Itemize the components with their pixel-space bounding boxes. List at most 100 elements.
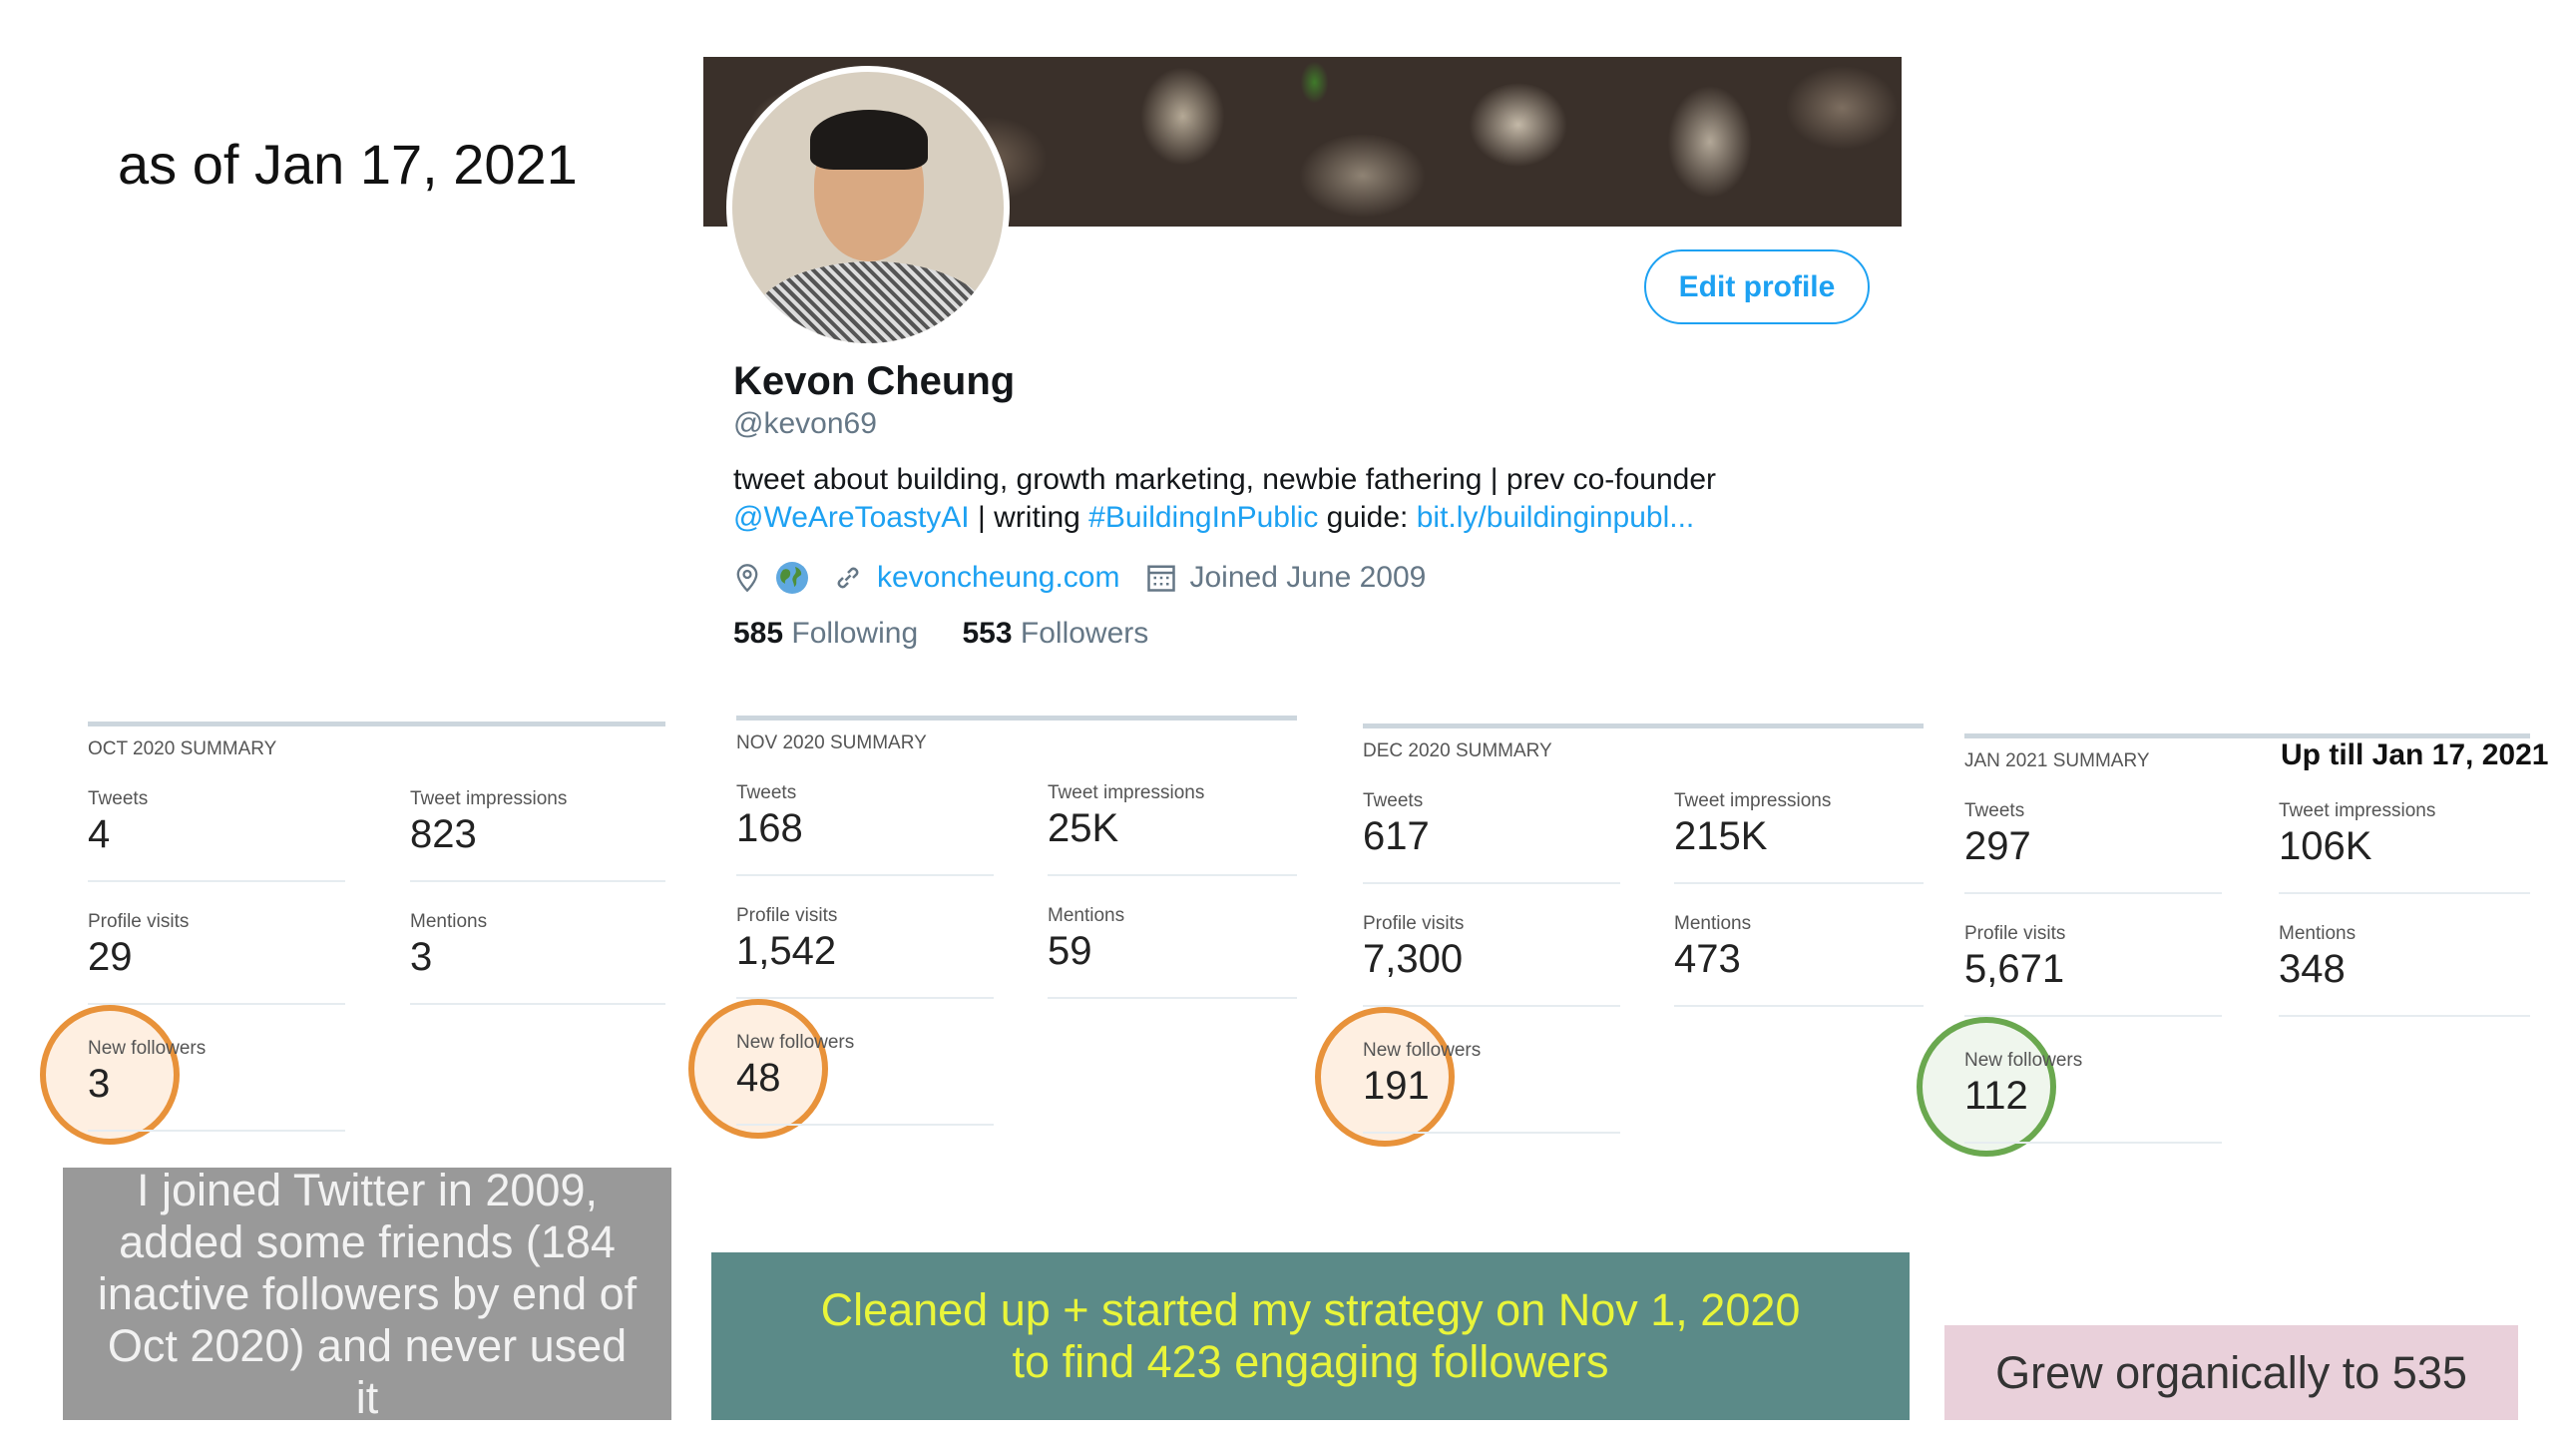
new-followers-stat-label: New followers (736, 1032, 855, 1053)
divider (736, 1124, 994, 1126)
tweets-stat-value: 617 (1363, 814, 1430, 858)
impressions-stat-value: 823 (410, 812, 477, 856)
divider (1363, 882, 1620, 884)
profile-visits-stat-value: 1,542 (736, 929, 837, 973)
divider (88, 1130, 345, 1132)
summary-top-bar (1363, 723, 1924, 728)
note-teal-line-1: Cleaned up + started my strategy on Nov … (820, 1284, 1801, 1335)
divider (410, 1003, 665, 1005)
bio-line-2: @WeAreToastyAI | writing #BuildingInPubl… (733, 501, 1694, 535)
mentions-stat-label: Mentions (410, 911, 488, 932)
tweets-stat-value: 4 (88, 812, 111, 856)
avatar-shirt (752, 261, 992, 343)
profile-visits-stat-value: 5,671 (1964, 947, 2065, 991)
profile-visits-stat-value: 29 (88, 935, 133, 979)
following-link[interactable]: 585 Following (733, 617, 918, 650)
divider (1363, 1005, 1620, 1007)
profile-handle: @kevon69 (733, 407, 877, 440)
divider (1048, 997, 1297, 999)
new-followers-stat-label: New followers (1964, 1050, 2083, 1071)
followers-label: Followers (1020, 617, 1149, 650)
calendar-icon (1146, 565, 1175, 592)
summary-title: OCT 2020 SUMMARY (88, 738, 277, 759)
profile-visits-stat-label: Profile visits (1363, 913, 1465, 934)
divider (88, 880, 345, 882)
divider (2279, 892, 2530, 894)
tweets-stat-value: 297 (1964, 824, 2031, 868)
impressions-stat-value: 215K (1674, 814, 1768, 858)
link-icon (837, 567, 859, 589)
new-followers-stat-value: 3 (88, 1062, 111, 1106)
profile-name: Kevon Cheung (733, 359, 1016, 403)
divider (1048, 874, 1297, 876)
followers-count: 553 (962, 617, 1013, 650)
profile-visits-stat-label: Profile visits (736, 905, 838, 926)
impressions-stat-label: Tweet impressions (1674, 790, 1832, 811)
edit-profile-button[interactable]: Edit profile (1644, 249, 1870, 324)
mentions-stat-value: 348 (2279, 947, 2346, 991)
note-gray: I joined Twitter in 2009, added some fri… (63, 1165, 671, 1423)
location-icon (736, 564, 758, 593)
impressions-stat-label: Tweet impressions (1048, 782, 1205, 803)
tweets-stat-label: Tweets (1964, 800, 2025, 821)
new-followers-stat-label: New followers (1363, 1040, 1482, 1061)
new-followers-stat-value: 48 (736, 1056, 781, 1100)
mentions-stat-value: 473 (1674, 937, 1741, 981)
following-label: Following (791, 617, 919, 650)
jan-note: Up till Jan 17, 2021 (2281, 738, 2549, 771)
impressions-stat-label: Tweet impressions (2279, 800, 2436, 821)
impressions-stat-value: 25K (1048, 806, 1119, 850)
bio-text: guide: (1318, 501, 1417, 534)
divider (1363, 1132, 1620, 1134)
divider (1964, 1015, 2222, 1017)
divider (2279, 1015, 2530, 1017)
joined-date: Joined June 2009 (1189, 561, 1427, 594)
tweets-stat-label: Tweets (1363, 790, 1424, 811)
avatar[interactable] (726, 66, 1010, 349)
impressions-stat-value: 106K (2279, 824, 2372, 868)
note-teal-line-2: to find 423 engaging followers (1012, 1336, 1609, 1387)
profile-meta: kevoncheung.com Joined June 2009 (733, 561, 1426, 595)
website-link[interactable]: kevoncheung.com (877, 561, 1120, 595)
divider (410, 880, 665, 882)
mentions-stat-value: 3 (410, 935, 433, 979)
tweets-stat-label: Tweets (88, 788, 149, 809)
divider (736, 874, 994, 876)
avatar-hair (810, 110, 928, 170)
new-followers-stat-value: 191 (1363, 1064, 1430, 1108)
following-count: 585 (733, 617, 784, 650)
summary-title: NOV 2020 SUMMARY (736, 732, 927, 753)
profile-visits-stat-label: Profile visits (1964, 923, 2066, 944)
impressions-stat-label: Tweet impressions (410, 788, 568, 809)
note-pink: Grew organically to 535 (1944, 1325, 2518, 1420)
summary-top-bar (88, 722, 665, 726)
mentions-stat-label: Mentions (1674, 913, 1752, 934)
bio-url-link[interactable]: bit.ly/buildinginpubl... (1417, 501, 1695, 534)
mentions-stat-label: Mentions (2279, 923, 2357, 944)
bio-hashtag-link[interactable]: #BuildingInPublic (1088, 501, 1318, 534)
mentions-stat-value: 59 (1048, 929, 1092, 973)
new-followers-stat-value: 112 (1964, 1074, 2028, 1118)
profile-visits-stat-value: 7,300 (1363, 937, 1464, 981)
tweets-stat-label: Tweets (736, 782, 797, 803)
follow-counts: 585 Following 553 Followers (733, 617, 1148, 651)
summary-title: JAN 2021 SUMMARY (1964, 750, 2150, 771)
mentions-stat-label: Mentions (1048, 905, 1125, 926)
tweets-stat-value: 168 (736, 806, 803, 850)
divider (1964, 1142, 2222, 1144)
divider (736, 997, 994, 999)
note-teal: Cleaned up + started my strategy on Nov … (711, 1252, 1910, 1420)
bio-mention-link[interactable]: @WeAreToastyAI (733, 501, 970, 534)
summary-top-bar (736, 716, 1297, 721)
divider (88, 1003, 345, 1005)
date-caption: as of Jan 17, 2021 (118, 133, 578, 196)
followers-link[interactable]: 553 Followers (962, 617, 1148, 650)
divider (1674, 882, 1924, 884)
divider (1964, 892, 2222, 894)
bio-line-1: tweet about building, growth marketing, … (733, 463, 1717, 496)
divider (1674, 1005, 1924, 1007)
profile-visits-stat-label: Profile visits (88, 911, 190, 932)
globe-icon (776, 562, 808, 594)
bio-text: | writing (969, 501, 1089, 534)
summary-title: DEC 2020 SUMMARY (1363, 740, 1552, 761)
